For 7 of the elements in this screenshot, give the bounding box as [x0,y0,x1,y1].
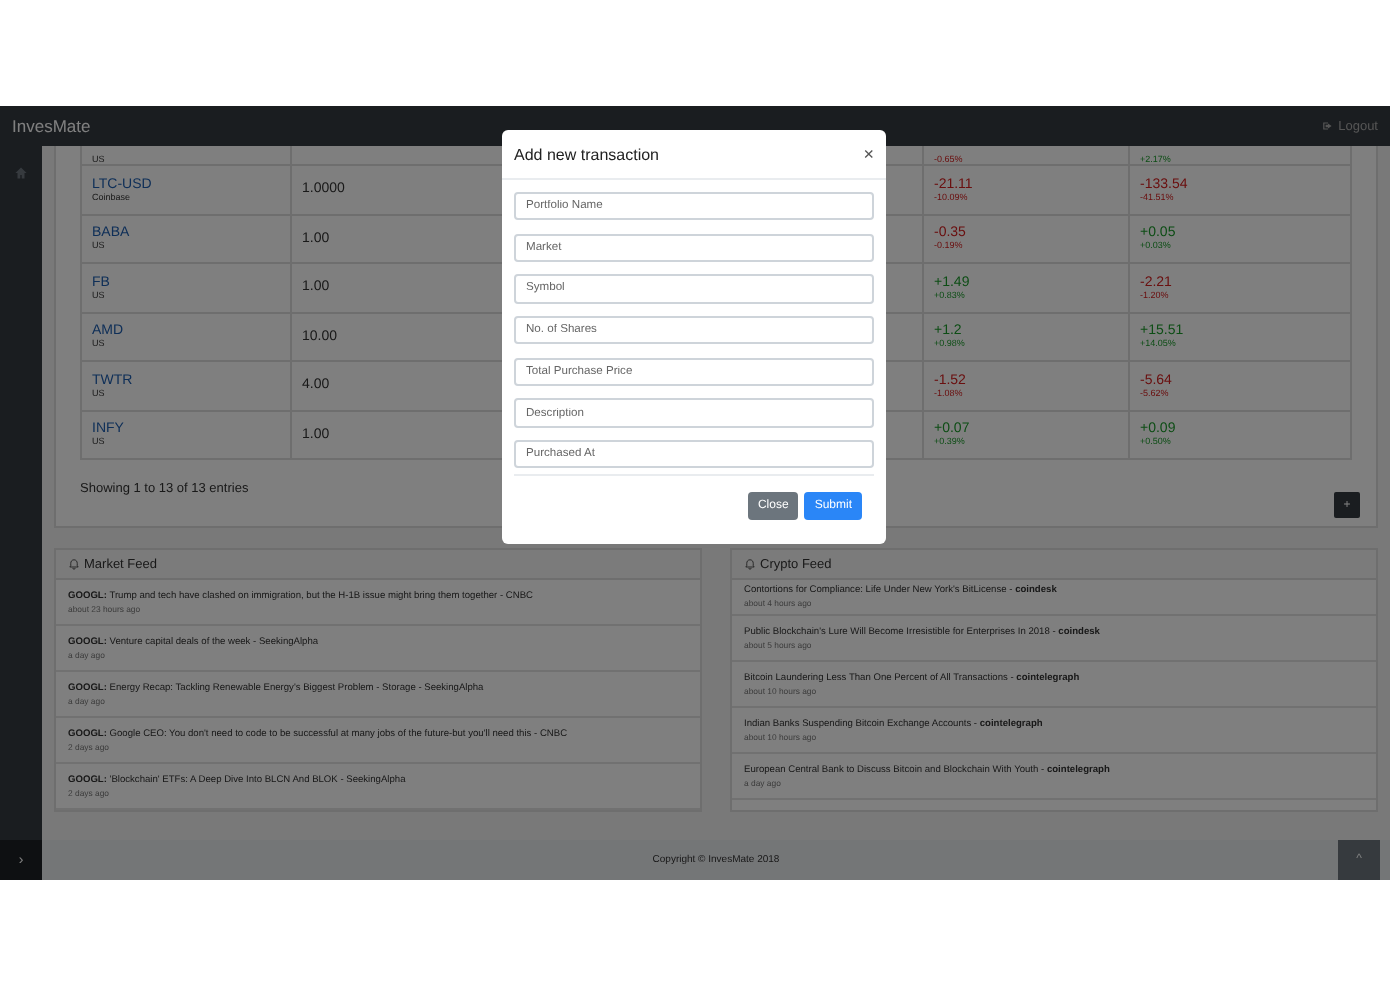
home-icon[interactable] [14,166,28,180]
bell-icon [744,558,756,570]
logout-icon [1322,120,1335,132]
dialog-title: Add new transaction [514,145,659,163]
brand-name[interactable]: InvesMate [12,116,91,136]
bell-icon [68,558,80,570]
close-button[interactable]: × [863,144,874,164]
